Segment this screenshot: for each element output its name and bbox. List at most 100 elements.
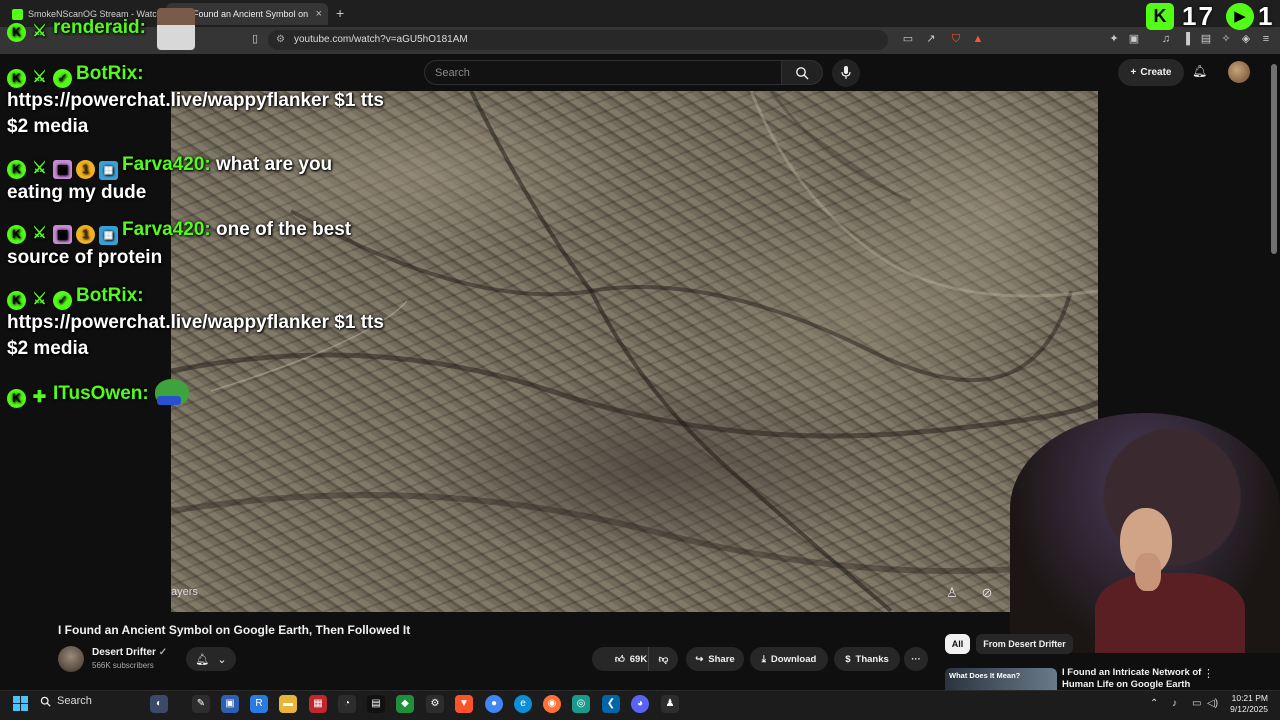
taskbar-app-icon[interactable]: ♟ — [661, 695, 679, 713]
taskbar-app-icon[interactable]: ◎ — [572, 695, 590, 713]
system-clock[interactable]: 10:21 PM 9/12/2025 — [1220, 693, 1268, 715]
channel-name[interactable]: Desert Drifter ✓ — [92, 647, 167, 658]
search-button[interactable] — [781, 60, 823, 85]
search-icon — [796, 66, 809, 79]
tab-title: I Found an Ancient Symbol on — [188, 9, 309, 19]
founder-badge-icon: ▦ — [99, 161, 118, 180]
subscription-bell-button[interactable]: 🔔︎ ⌄ — [186, 647, 236, 671]
raider-avatar — [157, 8, 195, 50]
microphone-tray-icon[interactable]: ♪ — [1172, 698, 1177, 709]
media-icon[interactable]: ♫ — [1160, 33, 1172, 45]
taskbar-app-icon[interactable]: R — [250, 695, 268, 713]
recommended-menu-icon[interactable]: ⋮ — [1203, 667, 1214, 680]
kick-logo-icon: K — [1146, 3, 1174, 30]
play-icon: ▶ — [1226, 3, 1254, 30]
streamer-webcam — [1010, 413, 1280, 653]
chat-text-cont: $2 media — [7, 116, 89, 137]
menu-icon[interactable]: ≡ — [1260, 33, 1272, 45]
share-page-icon[interactable]: ↗ — [925, 33, 937, 45]
taskbar-widget-icon[interactable]: ◐ — [150, 695, 168, 713]
search-input[interactable]: Search — [424, 60, 782, 85]
taskbar-app-icon[interactable]: ✎ — [192, 695, 210, 713]
volume-tray-icon[interactable]: ◁) — [1207, 698, 1218, 709]
download-icon: ⤓ — [761, 653, 766, 665]
edge-icon[interactable]: e — [514, 695, 532, 713]
chat-message: K ⚔ ✓ BotRix: https://powerchat.live/wappyf… — [7, 61, 384, 140]
raid-line: K ⚔ renderaid: — [7, 17, 146, 42]
verified-check-icon: ✓ — [158, 647, 168, 658]
layers-label[interactable]: ayers — [171, 586, 198, 598]
tray-chevron-icon[interactable]: ⌃ — [1150, 698, 1158, 709]
street-view-icon[interactable]: ♙ — [941, 582, 963, 604]
firefox-icon[interactable]: ◉ — [543, 695, 561, 713]
thumbs-down-icon: 👎︎ — [658, 654, 669, 665]
recommended-title[interactable]: I Found an Intricate Network of Human Li… — [1062, 667, 1202, 689]
rotate-lock-icon[interactable]: ⊘ — [976, 582, 998, 604]
plus-badge-icon: ✚ — [32, 389, 47, 406]
clock-date: 9/12/2025 — [1230, 704, 1268, 714]
chat-text-cont: $2 media — [7, 338, 89, 359]
chrome-icon[interactable]: ● — [485, 695, 503, 713]
more-actions-button[interactable]: ··· — [904, 647, 928, 671]
taskbar-app-icon[interactable]: ⚙ — [426, 695, 444, 713]
webcam-hand — [1135, 553, 1161, 591]
windows-start-icon[interactable] — [13, 696, 29, 712]
create-button[interactable]: + Create — [1118, 59, 1184, 86]
new-tab-button[interactable]: + — [336, 5, 344, 21]
download-label: Download — [770, 653, 817, 665]
share-button[interactable]: ↪ Share — [686, 647, 744, 671]
taskbar-app-icon[interactable]: ▤ — [367, 695, 385, 713]
chat-text: https://powerchat.live/wappyflanker $1 t… — [7, 90, 384, 111]
brave-shields-icon[interactable]: ⛉ — [950, 33, 962, 45]
sword-badge-icon: ⚔ — [32, 291, 47, 308]
url-field[interactable]: ⚙ youtube.com/watch?v=aGU5hO181AM — [268, 30, 888, 50]
download-button[interactable]: ⤓ Download — [750, 647, 828, 671]
create-label: Create — [1140, 67, 1172, 78]
viewer-count-secondary: 1 — [1258, 1, 1273, 31]
taskbar-app-icon[interactable]: ◆ — [396, 695, 414, 713]
brave-rewards-icon[interactable]: ▲ — [972, 33, 984, 45]
thanks-icon: $ — [845, 653, 851, 665]
page-scrollbar[interactable] — [1271, 64, 1277, 254]
chat-message: K ⚔ ▣ 1 ▦ Farva420: one of the best source of… — [7, 217, 351, 271]
extensions-icon[interactable]: ✦ — [1108, 33, 1120, 45]
taskbar-app-icon[interactable]: ▣ — [221, 695, 239, 713]
chip-all[interactable]: All — [945, 634, 970, 654]
taskbar-app-icon[interactable]: ▦ — [309, 695, 327, 713]
discord-icon[interactable]: ◕ — [631, 695, 649, 713]
kick-badge-icon: K — [7, 225, 26, 244]
chat-username: BotRix: — [76, 63, 144, 84]
taskbar-app-icon[interactable]: ◔ — [338, 695, 356, 713]
site-info-icon[interactable]: ⚙ — [276, 34, 285, 45]
pepe-emote-icon — [154, 379, 189, 405]
cast-icon[interactable]: ▭ — [902, 33, 914, 45]
channel-avatar[interactable] — [58, 646, 84, 672]
close-tab-icon[interactable]: × — [316, 8, 322, 20]
network-tray-icon[interactable]: ▭ — [1192, 698, 1201, 709]
sword-badge-icon: ⚔ — [32, 23, 47, 40]
leo-ai-icon[interactable]: ✧ — [1220, 33, 1232, 45]
wallet-icon[interactable]: ▤ — [1200, 33, 1212, 45]
screenshot-icon[interactable]: ▣ — [1128, 33, 1140, 45]
thanks-label: Thanks — [855, 653, 889, 665]
account-avatar[interactable] — [1228, 61, 1250, 83]
bookmark-icon[interactable]: ▯ — [249, 33, 261, 45]
plus-icon: + — [1130, 67, 1137, 78]
taskbar-search[interactable]: Search — [40, 695, 92, 707]
vpn-icon[interactable]: ◈ — [1240, 33, 1252, 45]
like-count: 69K — [629, 653, 648, 665]
chip-from-channel[interactable]: From Desert Drifter — [976, 634, 1073, 654]
notifications-bell-icon[interactable]: 🔔︎ — [1192, 64, 1207, 78]
voice-search-button[interactable] — [832, 59, 860, 87]
chat-username: Farva420: — [122, 154, 211, 175]
kick-badge-icon: K — [7, 389, 26, 408]
kick-badge-icon: K — [7, 69, 26, 88]
search-icon — [40, 696, 51, 707]
dislike-button[interactable]: 👎︎ — [648, 647, 678, 671]
recommended-thumbnail[interactable]: What Does It Mean? — [945, 668, 1057, 690]
thanks-button[interactable]: $ Thanks — [834, 647, 900, 671]
vscode-icon[interactable]: ❮ — [602, 695, 620, 713]
brave-browser-icon[interactable]: ▼ — [455, 695, 473, 713]
sidebar-icon[interactable]: ▐ — [1180, 33, 1192, 45]
file-explorer-icon[interactable]: ▬ — [279, 695, 297, 713]
